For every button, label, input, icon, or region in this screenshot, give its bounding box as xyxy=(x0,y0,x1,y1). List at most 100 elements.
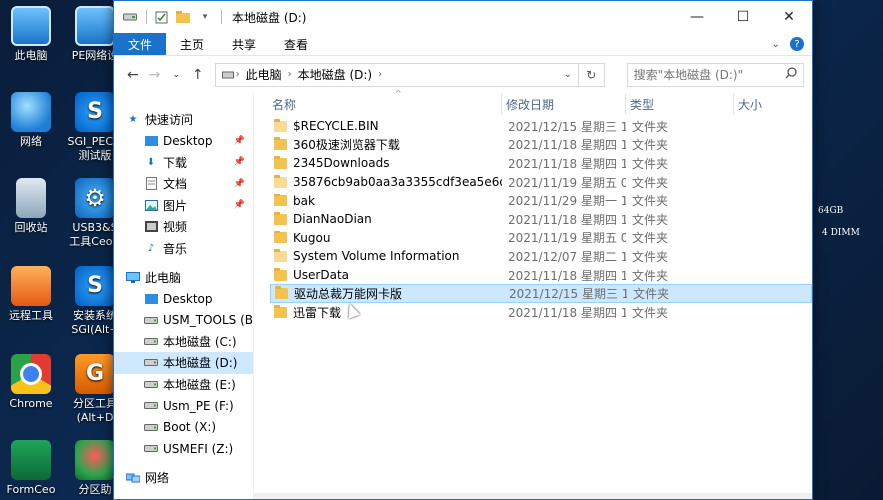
nav-drive-item[interactable]: USMEFI (Z:) xyxy=(114,438,253,459)
nav-quick-item[interactable]: ⬇ 下载 📌 xyxy=(114,152,253,173)
nav-item-label: 视频 xyxy=(163,220,188,235)
nav-drive-item[interactable]: 本地磁盘 (C:) xyxy=(114,331,253,352)
file-row[interactable]: bak 2021/11/29 星期一 1... 文件夹 xyxy=(270,191,812,210)
file-row[interactable]: $RECYCLE.BIN 2021/12/15 星期三 1... 文件夹 xyxy=(270,117,812,136)
formceo-icon xyxy=(11,440,51,480)
file-list: $RECYCLE.BIN2021/12/15 星期三 1...文件夹360极速浏… xyxy=(270,117,812,322)
tab-view[interactable]: 查看 xyxy=(270,33,322,55)
column-header-row: ^ 名称 修改日期 类型 大小 xyxy=(270,89,812,115)
file-name-cell[interactable]: 驱动总裁万能网卡版 xyxy=(271,285,503,302)
horizontal-scrollbar[interactable] xyxy=(254,493,812,499)
maximize-button[interactable]: ☐ xyxy=(720,1,766,33)
file-row[interactable]: 360极速浏览器下载 2021/11/18 星期四 1... 文件夹 xyxy=(270,136,812,155)
file-name: 2345Downloads xyxy=(293,156,390,171)
file-type: 文件夹 xyxy=(632,305,669,320)
nav-quick-item[interactable]: 图片 📌 xyxy=(114,195,253,216)
tab-share[interactable]: 共享 xyxy=(218,33,270,55)
file-row[interactable]: UserData 2021/11/18 星期四 1... 文件夹 xyxy=(270,266,812,285)
desktop-shortcut[interactable]: 回收站 xyxy=(0,178,62,235)
forward-arrow-icon[interactable]: → xyxy=(144,64,166,86)
breadcrumb-this-pc[interactable]: 此电脑 xyxy=(246,66,282,83)
file-name: bak xyxy=(293,193,315,208)
file-name-cell[interactable]: $RECYCLE.BIN xyxy=(270,119,502,133)
nav-quick-item[interactable]: Desktop 📌 xyxy=(114,130,253,151)
nav-this-pc[interactable]: 此电脑 xyxy=(114,267,253,288)
nav-item-label: 快速访问 xyxy=(145,113,194,128)
help-icon[interactable]: ? xyxy=(790,37,804,51)
title-bar[interactable]: ▾ 本地磁盘 (D:) — ☐ ✕ xyxy=(114,1,812,33)
file-name-cell[interactable]: 迅雷下载 xyxy=(270,304,502,321)
desktop-shortcut[interactable]: 此电脑 xyxy=(0,6,62,63)
folder-icon xyxy=(274,137,287,151)
file-name-cell[interactable]: bak xyxy=(270,193,502,208)
recycle-bin-icon xyxy=(16,178,46,218)
tab-home[interactable]: 主页 xyxy=(166,33,218,55)
address-dropdown-icon[interactable]: ⌄ xyxy=(564,69,572,80)
nav-item-label: 此电脑 xyxy=(145,270,182,285)
file-name-cell[interactable]: DianNaoDian xyxy=(270,212,502,226)
desktop-shortcut[interactable]: 远程工具 xyxy=(0,266,62,323)
folder-icon xyxy=(274,230,287,244)
desktop-shortcut[interactable]: 网络 xyxy=(0,92,62,149)
nav-drive-item[interactable]: 本地磁盘 (D:) xyxy=(114,352,253,374)
file-row[interactable]: System Volume Information 2021/12/07 星期二 … xyxy=(270,247,812,266)
file-row[interactable]: Kugou 2021/11/19 星期五 0... 文件夹 xyxy=(270,229,812,248)
column-name[interactable]: 名称 xyxy=(270,93,502,115)
tab-file[interactable]: 文件 xyxy=(114,33,167,55)
file-name-cell[interactable]: UserData xyxy=(270,268,502,282)
system-info-text-2: 4 DIMM xyxy=(822,228,860,238)
pin-icon[interactable]: 📌 xyxy=(234,157,245,167)
up-arrow-icon[interactable]: ↑ xyxy=(187,64,209,86)
file-name-cell[interactable]: 360极速浏览器下载 xyxy=(270,136,502,153)
refresh-button[interactable]: ↻ xyxy=(579,62,605,87)
back-arrow-icon[interactable]: ← xyxy=(122,64,144,86)
desktop-shortcut-label: 远程工具 xyxy=(9,309,53,322)
customize-quick-access-icon[interactable]: ▾ xyxy=(197,9,213,25)
file-row[interactable]: 35876cb9ab0aa3a3355cdf3ea5e6d767 2021/11/… xyxy=(270,173,812,192)
nav-item-label: 本地磁盘 (C:) xyxy=(163,335,237,350)
nav-drive-item[interactable]: Boot (X:) xyxy=(114,416,253,437)
nav-drive-item[interactable]: USM_TOOLS (B:) xyxy=(114,310,253,331)
nav-network[interactable]: 网络 xyxy=(114,467,253,488)
pin-icon[interactable]: 📌 xyxy=(234,136,245,146)
search-input[interactable] xyxy=(633,67,786,82)
file-name-cell[interactable]: 35876cb9ab0aa3a3355cdf3ea5e6d767 xyxy=(270,175,502,189)
file-row[interactable]: DianNaoDian 2021/11/18 星期四 1... 文件夹 xyxy=(270,210,812,229)
nav-drive-item[interactable]: Desktop xyxy=(114,288,253,309)
file-type: 文件夹 xyxy=(632,138,669,153)
breadcrumb-separator-icon[interactable]: › xyxy=(288,69,292,80)
nav-quick-item[interactable]: ♪ 音乐 xyxy=(114,237,253,258)
breadcrumb-separator-icon[interactable]: › xyxy=(236,69,240,80)
desktop-shortcut[interactable]: FormCeo xyxy=(0,440,62,497)
file-name-cell[interactable]: System Volume Information xyxy=(270,249,502,263)
file-row[interactable]: 驱动总裁万能网卡版 2021/12/15 星期三 1... 文件夹 xyxy=(270,284,812,303)
recent-locations-icon[interactable]: ⌄ xyxy=(165,64,187,86)
desktop-shortcut[interactable]: Chrome xyxy=(0,354,62,411)
sort-ascending-icon: ^ xyxy=(395,89,402,98)
column-size[interactable]: 大小 xyxy=(734,93,794,115)
folder-icon xyxy=(274,193,287,207)
file-row[interactable]: 2345Downloads 2021/11/18 星期四 1... 文件夹 xyxy=(270,154,812,173)
properties-icon[interactable] xyxy=(153,9,169,25)
breadcrumb-separator-icon[interactable]: › xyxy=(378,69,382,80)
nav-drive-item[interactable]: 本地磁盘 (E:) xyxy=(114,374,253,395)
pin-icon[interactable]: 📌 xyxy=(234,179,245,189)
file-date: 2021/12/15 星期三 1... xyxy=(508,119,626,134)
nav-quick-item[interactable]: 视频 xyxy=(114,216,253,237)
pin-icon[interactable]: 📌 xyxy=(234,200,245,210)
nav-drive-item[interactable]: Usm_PE (F:) xyxy=(114,395,253,416)
nav-quick-access[interactable]: ★ 快速访问 xyxy=(114,109,253,130)
file-name-cell[interactable]: Kugou xyxy=(270,230,502,245)
expand-ribbon-icon[interactable]: ⌄ xyxy=(772,39,780,50)
new-folder-icon[interactable] xyxy=(175,9,191,25)
file-name-cell[interactable]: 2345Downloads xyxy=(270,156,502,170)
search-box[interactable] xyxy=(626,62,805,87)
breadcrumb-local-disk-d[interactable]: 本地磁盘 (D:) xyxy=(298,66,372,83)
address-bar[interactable]: › 此电脑 › 本地磁盘 (D:) › ⌄ xyxy=(214,62,580,87)
column-date-modified[interactable]: 修改日期 xyxy=(502,93,626,115)
minimize-button[interactable]: — xyxy=(674,1,720,33)
close-button[interactable]: ✕ xyxy=(766,1,812,33)
navigation-pane[interactable]: ★ 快速访问 Desktop 📌 ⬇ 下载 📌 文档 📌 图片 📌 视频 ♪ 音乐 此电脑 Desktop US… xyxy=(114,93,254,499)
nav-quick-item[interactable]: 文档 📌 xyxy=(114,173,253,194)
column-type[interactable]: 类型 xyxy=(626,93,734,115)
